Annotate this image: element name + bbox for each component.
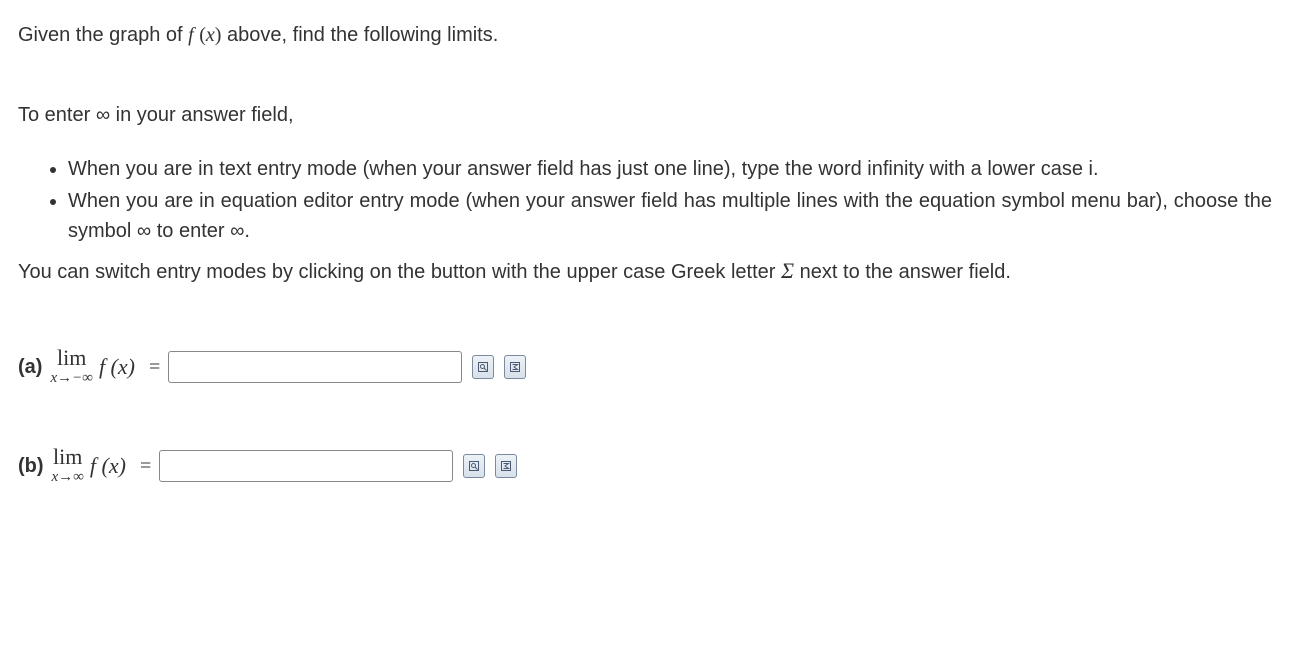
- fn-paren: (x): [199, 24, 221, 46]
- fn-symbol: f: [188, 24, 194, 46]
- limit-expression: lim x→−∞: [50, 347, 92, 386]
- sigma-symbol: Σ: [781, 258, 794, 283]
- equation-editor-icon: [509, 360, 521, 374]
- equation-editor-button[interactable]: [504, 355, 526, 379]
- question-label: (b): [18, 451, 44, 481]
- equation-editor-button[interactable]: [495, 454, 517, 478]
- instructions-lead: To enter ∞ in your answer field,: [18, 100, 1272, 130]
- limit-bottom: x→−∞: [50, 371, 92, 386]
- preview-icon: [468, 459, 480, 473]
- equals-sign: =: [149, 352, 160, 382]
- questions: (a) lim x→−∞ f (x) = (b) lim x→∞ f (x) =: [18, 347, 1272, 485]
- preview-button[interactable]: [472, 355, 494, 379]
- intro-text: Given the graph of f (x) above, find the…: [18, 20, 1272, 50]
- note-pre: You can switch entry modes by clicking o…: [18, 261, 781, 283]
- question-label: (a): [18, 352, 42, 382]
- instructions-bullet: When you are in text entry mode (when yo…: [68, 154, 1272, 184]
- answer-input-a[interactable]: [168, 351, 462, 383]
- note-post: next to the answer field.: [794, 261, 1011, 283]
- instructions-list: When you are in text entry mode (when yo…: [18, 154, 1272, 246]
- preview-icon: [477, 360, 489, 374]
- limit-top: lim: [53, 446, 82, 468]
- mode-switch-note: You can switch entry modes by clicking o…: [18, 254, 1272, 287]
- equation-editor-icon: [500, 459, 512, 473]
- equals-sign: =: [140, 451, 151, 481]
- limit-bottom: x→∞: [52, 470, 84, 485]
- question-b: (b) lim x→∞ f (x) =: [18, 446, 1272, 485]
- limit-top: lim: [57, 347, 86, 369]
- intro-post: above, find the following limits.: [227, 24, 498, 46]
- fn-expression: f (x): [99, 350, 135, 383]
- answer-input-b[interactable]: [159, 450, 453, 482]
- limit-expression: lim x→∞: [52, 446, 84, 485]
- question-a: (a) lim x→−∞ f (x) =: [18, 347, 1272, 386]
- instructions-bullet: When you are in equation editor entry mo…: [68, 186, 1272, 246]
- fn-expression: f (x): [90, 449, 126, 482]
- preview-button[interactable]: [463, 454, 485, 478]
- intro-pre: Given the graph of: [18, 24, 188, 46]
